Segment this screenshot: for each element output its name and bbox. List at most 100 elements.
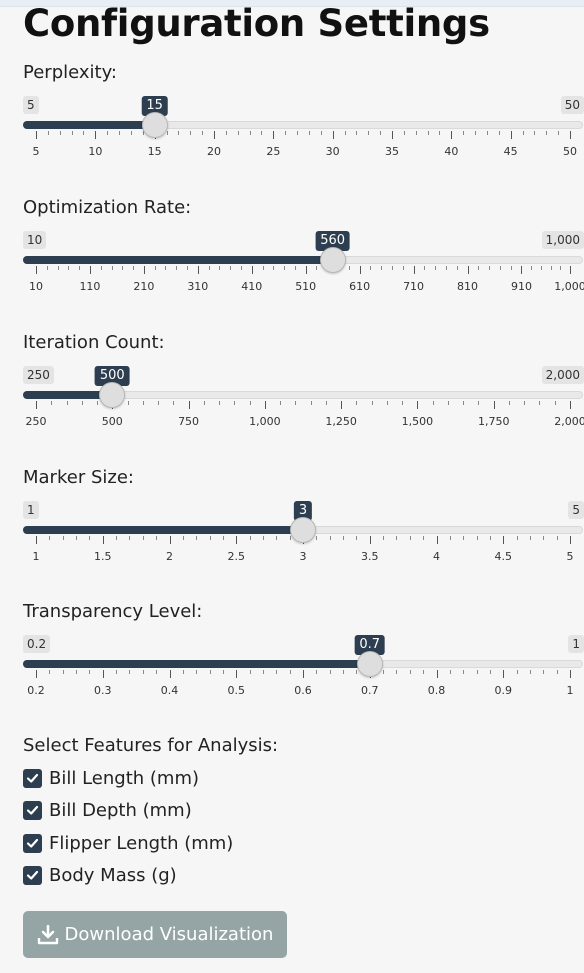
tick-mark — [436, 536, 438, 544]
minor-tick-mark — [356, 131, 358, 135]
download-visualization-button[interactable]: Download Visualization — [23, 911, 287, 958]
feature-label: Bill Length (mm) — [49, 767, 199, 789]
minor-tick-mark — [89, 536, 91, 540]
minor-tick-mark — [49, 536, 51, 540]
minor-tick-mark — [280, 401, 282, 405]
minor-tick-mark — [284, 266, 286, 270]
minor-tick-mark — [66, 401, 68, 405]
tick-mark — [436, 670, 438, 678]
minor-tick-mark — [486, 131, 488, 135]
minor-tick-mark — [196, 536, 198, 540]
feature-checkbox-flipper-length[interactable]: Flipper Length (mm) — [23, 827, 278, 860]
minor-tick-mark — [285, 131, 287, 135]
minor-tick-mark — [68, 266, 70, 270]
slider-handle[interactable] — [356, 651, 383, 677]
check-icon — [26, 773, 39, 783]
slider-optimization-rate: Optimization Rate: 10 1,000 10 110 210 310 410 5… — [0, 197, 584, 327]
tick-mark — [570, 536, 571, 544]
minor-tick-mark — [554, 401, 556, 405]
minor-tick-mark — [133, 266, 135, 270]
feature-checkbox-bill-depth[interactable]: Bill Depth (mm) — [23, 795, 278, 828]
tick-mark — [369, 536, 371, 544]
tick-mark — [417, 401, 419, 409]
minor-tick-mark — [116, 670, 118, 674]
feature-label: Flipper Length (mm) — [49, 832, 234, 854]
minor-tick-mark — [463, 670, 465, 674]
minor-tick-mark — [154, 266, 156, 270]
minor-tick-mark — [356, 536, 358, 540]
tick-label: 0.7 — [361, 684, 379, 697]
tick-mark — [143, 266, 145, 274]
slider-label: Optimization Rate: — [23, 197, 192, 218]
minor-tick-mark — [182, 536, 184, 540]
minor-tick-mark — [329, 536, 331, 540]
tick-mark — [236, 536, 238, 544]
minor-tick-mark — [546, 131, 548, 135]
minor-tick-mark — [516, 536, 518, 540]
slider-ticks: 10 110 210 310 410 510 610 710 810 910 1,000 — [0, 266, 584, 306]
minor-tick-mark — [476, 536, 478, 540]
minor-tick-mark — [187, 266, 189, 270]
checkbox-checked[interactable] — [23, 833, 42, 853]
minor-tick-mark — [297, 131, 299, 135]
checkbox-checked[interactable] — [23, 801, 42, 821]
minor-tick-mark — [142, 670, 144, 674]
minor-tick-mark — [402, 266, 404, 270]
checkbox-checked[interactable] — [23, 768, 42, 788]
feature-label: Body Mass (g) — [49, 865, 177, 887]
minor-tick-mark — [294, 266, 296, 270]
slider-handle[interactable] — [319, 247, 346, 273]
tick-mark — [341, 401, 343, 409]
tick-mark — [89, 266, 91, 274]
tick-mark — [570, 670, 571, 678]
minor-tick-mark — [550, 266, 552, 270]
minor-tick-mark — [76, 536, 78, 540]
slider-fill — [23, 256, 333, 264]
tick-label: 110 — [79, 280, 101, 293]
minor-tick-mark — [62, 536, 64, 540]
minor-tick-mark — [289, 536, 291, 540]
tick-label: 710 — [403, 280, 425, 293]
feature-checkbox-bill-length[interactable]: Bill Length (mm) — [23, 762, 278, 795]
check-icon — [26, 871, 39, 880]
tick-label: 1,250 — [325, 415, 357, 428]
slider-handle[interactable] — [290, 517, 316, 543]
minor-tick-mark — [463, 536, 465, 540]
minor-tick-mark — [219, 266, 221, 270]
tick-label: 2.5 — [227, 550, 246, 563]
slider-transparency-level: Transparency Level: 0.2 1 0.2 0.3 0.4 0.5 0.6 0.… — [0, 601, 584, 731]
minor-tick-mark — [156, 670, 158, 674]
slider-label: Marker Size: — [23, 467, 134, 488]
tick-mark — [493, 401, 495, 409]
minor-tick-mark — [386, 401, 388, 405]
minor-tick-mark — [165, 266, 167, 270]
slider-handle[interactable] — [99, 382, 126, 408]
minor-tick-mark — [529, 536, 531, 540]
tick-mark — [264, 401, 266, 409]
tick-label: 15 — [147, 145, 162, 158]
tick-mark — [188, 401, 190, 409]
feature-checkbox-body-mass[interactable]: Body Mass (g) — [23, 860, 278, 893]
minor-tick-mark — [190, 131, 192, 135]
slider-ticks: 250 500 750 1,000 1,250 1,500 1,750 2,000 — [0, 401, 584, 441]
minor-tick-mark — [343, 670, 345, 674]
slider-min-badge: 5 — [23, 96, 39, 114]
minor-tick-mark — [209, 670, 211, 674]
minor-tick-mark — [308, 131, 310, 135]
tick-label: 2 — [166, 550, 173, 563]
checkbox-checked[interactable] — [23, 866, 42, 886]
minor-tick-mark — [356, 401, 358, 405]
slider-handle[interactable] — [141, 112, 168, 138]
minor-tick-mark — [424, 266, 426, 270]
tick-mark — [303, 670, 304, 678]
slider-perplexity: Perplexity: 5 50 5 10 15 20 25 30 35 40 45 50 15 — [0, 62, 584, 192]
tick-label: 4.5 — [494, 550, 513, 563]
minor-tick-mark — [262, 670, 264, 674]
minor-tick-mark — [432, 401, 434, 405]
minor-tick-mark — [51, 401, 53, 405]
minor-tick-mark — [156, 536, 158, 540]
slider-label: Transparency Level: — [23, 601, 203, 622]
minor-tick-mark — [176, 266, 178, 270]
slider-max-badge: 1 — [568, 635, 584, 653]
minor-tick-mark — [203, 401, 205, 405]
